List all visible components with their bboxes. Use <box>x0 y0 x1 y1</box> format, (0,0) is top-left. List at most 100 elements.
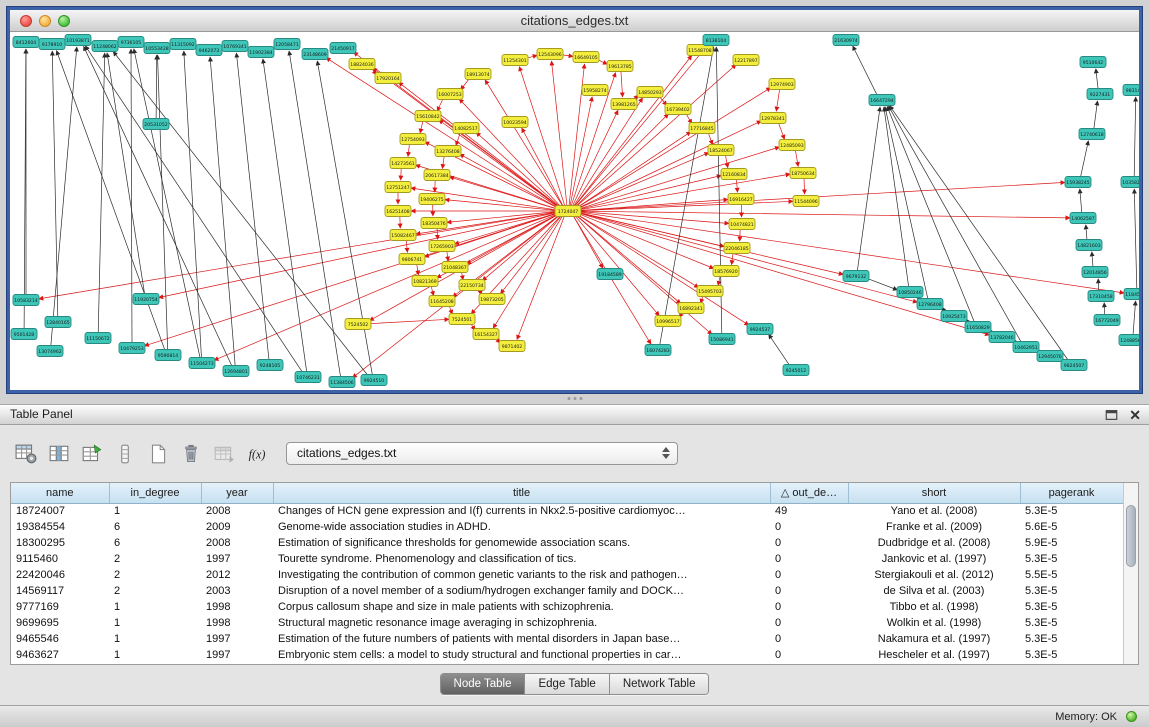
graph-node[interactable]: 19873205 <box>479 294 505 305</box>
table-settings-icon[interactable] <box>14 442 38 466</box>
graph-node[interactable]: 19406275 <box>419 194 445 205</box>
graph-node[interactable]: 16892341 <box>678 303 704 314</box>
graph-node[interactable]: 13782046 <box>989 332 1015 343</box>
graph-node[interactable]: 23148609 <box>302 49 328 60</box>
table-row[interactable]: 1456911722003Disruption of a novel membe… <box>11 583 1123 599</box>
graph-node[interactable]: 9248105 <box>257 360 283 371</box>
graph-node[interactable]: 12978341 <box>760 113 786 124</box>
graph-node[interactable]: 18750634 <box>790 168 816 179</box>
graph-node[interactable]: 9924510 <box>361 375 387 386</box>
graph-node[interactable]: 17265903 <box>429 241 455 252</box>
graph-node[interactable]: 19613785 <box>607 61 633 72</box>
network-window-titlebar[interactable]: citations_edges.txt <box>10 10 1139 32</box>
graph-node[interactable]: 12543096 <box>537 49 563 60</box>
graph-node[interactable]: 10462951 <box>1013 342 1039 353</box>
graph-node[interactable]: 9831427 <box>1123 85 1139 96</box>
graph-node[interactable]: 15958274 <box>582 85 608 96</box>
column-header-year[interactable]: year <box>201 483 273 503</box>
graph-node[interactable]: 9462073 <box>196 45 222 56</box>
graph-node[interactable]: 16739402 <box>665 104 691 115</box>
graph-node[interactable]: 9590814 <box>155 350 181 361</box>
column-header-in_degree[interactable]: in_degree <box>109 483 201 503</box>
graph-node[interactable]: 12796408 <box>917 299 943 310</box>
graph-node[interactable]: 12694801 <box>223 366 249 377</box>
graph-node[interactable]: 19184589 <box>597 269 623 280</box>
minimize-button[interactable] <box>39 15 51 27</box>
graph-node[interactable]: 16074283 <box>645 345 671 356</box>
graph-node[interactable]: 9501428 <box>11 329 37 340</box>
graph-node[interactable]: 11254301 <box>502 55 528 66</box>
graph-node[interactable]: 15495703 <box>697 286 723 297</box>
table-row[interactable]: 977716911998Corpus callosum shape and si… <box>11 599 1123 615</box>
graph-node[interactable]: 15938245 <box>1065 177 1091 188</box>
graph-node[interactable]: 9245012 <box>783 365 809 376</box>
graph-node[interactable]: 15086941 <box>709 334 735 345</box>
graph-node[interactable]: 18350476 <box>421 218 447 229</box>
graph-node[interactable]: 18824036 <box>349 59 375 70</box>
graph-node[interactable]: 18913074 <box>465 69 491 80</box>
graph-node[interactable]: 12485093 <box>779 140 805 151</box>
graph-node[interactable]: 12488567 <box>1119 335 1139 346</box>
function-builder-icon[interactable]: f(x) <box>245 442 269 466</box>
graph-node[interactable]: 11902384 <box>248 47 274 58</box>
graph-node[interactable]: 9510642 <box>1080 57 1106 68</box>
graph-node[interactable]: 10553428 <box>144 43 170 54</box>
graph-node[interactable]: 11248062 <box>92 41 118 52</box>
column-header-name[interactable]: name <box>11 483 109 503</box>
table-row[interactable]: 946554611997Estimation of the future num… <box>11 631 1123 647</box>
import-table-icon[interactable] <box>212 442 236 466</box>
panel-splitter[interactable] <box>0 394 1149 404</box>
graph-node[interactable]: 16916427 <box>728 194 754 205</box>
graph-node[interactable]: 8412604 <box>13 37 39 48</box>
graph-node[interactable]: 16772049 <box>1094 315 1120 326</box>
graph-node[interactable]: 9736105 <box>118 37 144 48</box>
graph-node[interactable]: 16251408 <box>385 206 411 217</box>
graph-node[interactable]: 11845093 <box>1124 289 1139 300</box>
edit-column-icon[interactable] <box>80 442 104 466</box>
table-row[interactable]: 2242004622012Investigating the contribut… <box>11 567 1123 583</box>
graph-node[interactable]: 11504273 <box>189 358 215 369</box>
network-canvas[interactable]: 8412604917891010193871112480629736105105… <box>10 32 1139 390</box>
graph-node[interactable]: 10474821 <box>729 219 755 230</box>
graph-node[interactable]: 10769341 <box>222 41 248 52</box>
graph-node[interactable]: 14821603 <box>1076 240 1102 251</box>
graph-node[interactable]: 12058471 <box>274 39 300 50</box>
graph-node[interactable]: 12754093 <box>400 134 426 145</box>
graph-node[interactable]: 11315092 <box>170 39 196 50</box>
graph-node[interactable]: 21048367 <box>442 262 468 273</box>
graph-node[interactable]: 12840165 <box>45 317 71 328</box>
graph-node[interactable]: 12740618 <box>1079 129 1105 140</box>
graph-node[interactable]: 9178910 <box>39 39 65 50</box>
scrollbar-thumb[interactable] <box>1126 505 1136 567</box>
graph-node[interactable]: 21630974 <box>833 35 859 46</box>
table-row[interactable]: 1872400712008Changes of HCN gene express… <box>11 503 1123 519</box>
graph-node[interactable]: 22046185 <box>724 243 750 254</box>
graph-node[interactable]: 1724047 <box>555 206 581 217</box>
graph-node[interactable]: 11384506 <box>329 377 355 388</box>
graph-node[interactable]: 11544096 <box>793 196 819 207</box>
graph-node[interactable]: 12945076 <box>1037 351 1063 362</box>
graph-node[interactable]: 10193871 <box>65 35 91 46</box>
graph-node[interactable]: 13074962 <box>37 346 63 357</box>
table-selector-combo[interactable]: citations_edges.txt <box>286 442 678 465</box>
float-panel-icon[interactable] <box>1104 408 1119 422</box>
graph-node[interactable]: 10479253 <box>119 343 145 354</box>
graph-node[interactable]: 20617384 <box>424 170 450 181</box>
graph-node[interactable]: 11650829 <box>965 322 991 333</box>
graph-node[interactable]: 13276408 <box>435 146 461 157</box>
graph-node[interactable]: 9824507 <box>1061 360 1087 371</box>
graph-node[interactable]: 10996517 <box>655 316 681 327</box>
graph-node[interactable]: 10358214 <box>1121 177 1139 188</box>
column-header-pagerank[interactable]: pagerank <box>1020 483 1123 503</box>
graph-node[interactable]: 10023594 <box>502 117 528 128</box>
graph-node[interactable]: 8138104 <box>703 35 729 46</box>
table-row[interactable]: 1938455462009Genome-wide association stu… <box>11 519 1123 535</box>
zoom-button[interactable] <box>58 15 70 27</box>
graph-node[interactable]: 22150734 <box>459 280 485 291</box>
column-header-title[interactable]: title <box>273 483 770 503</box>
graph-node[interactable]: 11920754 <box>133 294 159 305</box>
graph-node[interactable]: 12160834 <box>721 169 747 180</box>
graph-node[interactable]: 9806741 <box>399 254 425 265</box>
selection-mode-icon[interactable] <box>113 442 137 466</box>
graph-node[interactable]: 16647294 <box>869 95 895 106</box>
